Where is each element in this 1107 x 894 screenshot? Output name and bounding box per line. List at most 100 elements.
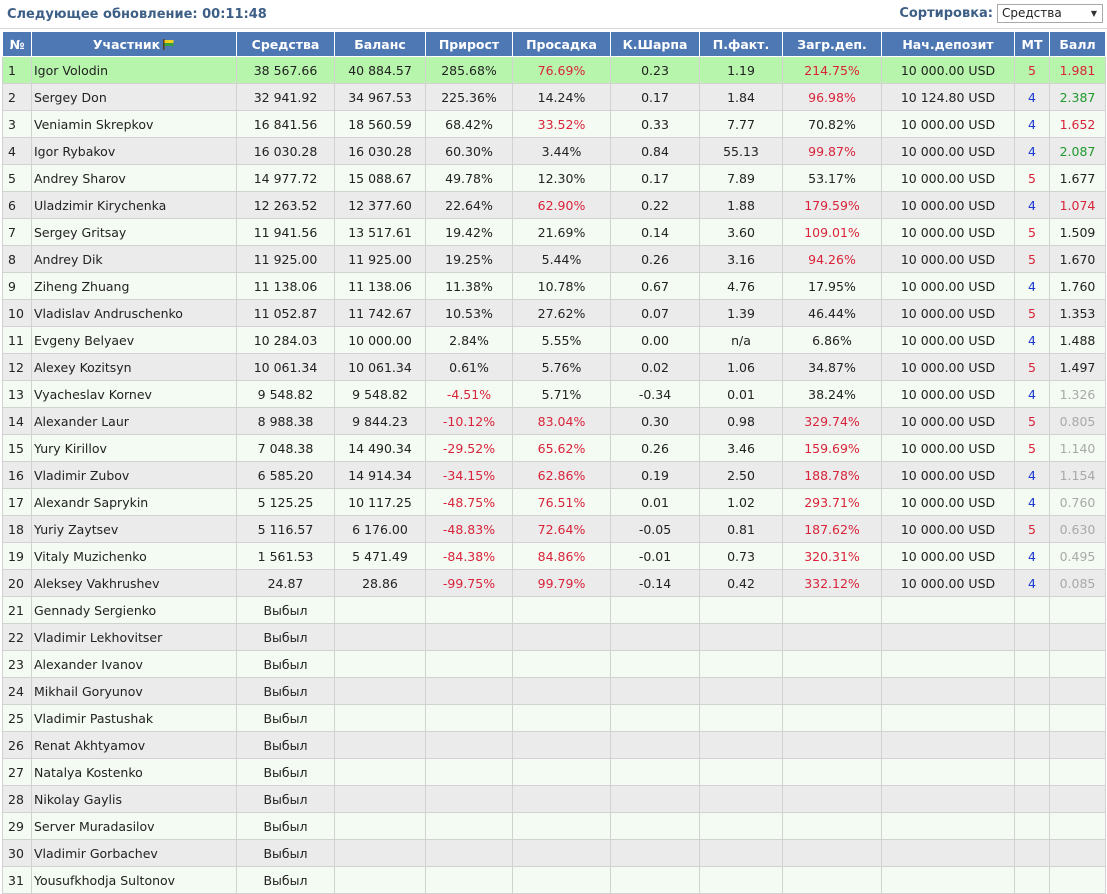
table-row[interactable]: 11 Evgeny Belyaev 10 284.03 10 000.00 2.84% 5… [2, 326, 1106, 354]
cell-funds: 12 263.52 [236, 191, 335, 219]
cell-score: 2.387 [1049, 83, 1106, 111]
cell-sharpe: -0.05 [610, 515, 700, 543]
cell-initial-deposit [881, 812, 1015, 840]
table-row[interactable]: 27 Natalya Kostenko Выбыл [2, 758, 1106, 786]
cell-participant: Server Muradasilov [31, 812, 237, 840]
cell-funds: 5 125.25 [236, 488, 335, 516]
cell-funds: 32 941.92 [236, 83, 335, 111]
table-row[interactable]: 14 Alexander Laur 8 988.38 9 844.23 -10.12% 8… [2, 407, 1106, 435]
cell-balance: 5 471.49 [334, 542, 426, 570]
cell-participant: Alexander Laur [31, 407, 237, 435]
table-row[interactable]: 20 Aleksey Vakhrushev 24.87 28.86 -99.75% 99.… [2, 569, 1106, 597]
table-row[interactable]: 1 Igor Volodin 38 567.66 40 884.57 285.68% 76… [2, 56, 1106, 84]
col-header-initial-deposit[interactable]: Нач.депозит [881, 31, 1015, 57]
table-row[interactable]: 28 Nikolay Gaylis Выбыл [2, 785, 1106, 813]
cell-number: 25 [2, 704, 32, 732]
table-row[interactable]: 26 Renat Akhtyamov Выбыл [2, 731, 1106, 759]
table-row[interactable]: 9 Ziheng Zhuang 11 138.06 11 138.06 11.38% 10… [2, 272, 1106, 300]
col-header-score[interactable]: Балл [1049, 31, 1106, 57]
cell-growth: 11.38% [425, 272, 513, 300]
table-row[interactable]: 13 Vyacheslav Kornev 9 548.82 9 548.82 -4.51… [2, 380, 1106, 408]
col-header-sharpe[interactable]: К.Шарпа [610, 31, 700, 57]
cell-score: 0.760 [1049, 488, 1106, 516]
cell-participant: Nikolay Gaylis [31, 785, 237, 813]
table-row[interactable]: 5 Andrey Sharov 14 977.72 15 088.67 49.78% 12… [2, 164, 1106, 192]
cell-number: 27 [2, 758, 32, 786]
cell-drawdown [512, 704, 611, 732]
cell-profit-factor: 2.50 [699, 461, 783, 489]
table-row[interactable]: 4 Igor Rybakov 16 030.28 16 030.28 60.30% 3.4… [2, 137, 1106, 165]
cell-growth [425, 785, 513, 813]
table-row[interactable]: 21 Gennady Sergienko Выбыл [2, 596, 1106, 624]
col-header-participant[interactable]: Участник [31, 31, 237, 57]
table-row[interactable]: 25 Vladimir Pastushak Выбыл [2, 704, 1106, 732]
cell-mt: 5 [1014, 434, 1050, 462]
col-header-profit-factor[interactable]: П.факт. [699, 31, 783, 57]
sort-select[interactable]: Средства ▼ [997, 4, 1103, 23]
cell-initial-deposit: 10 000.00 USD [881, 434, 1015, 462]
col-header-balance[interactable]: Баланс [334, 31, 426, 57]
cell-growth: -48.75% [425, 488, 513, 516]
cell-drawdown: 12.30% [512, 164, 611, 192]
cell-deposit-load [782, 731, 882, 759]
cell-deposit-load [782, 812, 882, 840]
cell-participant: Vladimir Zubov [31, 461, 237, 489]
table-row[interactable]: 7 Sergey Gritsay 11 941.56 13 517.61 19.42% 2… [2, 218, 1106, 246]
cell-balance: 16 030.28 [334, 137, 426, 165]
cell-initial-deposit [881, 839, 1015, 867]
table-row[interactable]: 29 Server Muradasilov Выбыл [2, 812, 1106, 840]
cell-drawdown: 10.78% [512, 272, 611, 300]
cell-participant: Yuriy Zaytsev [31, 515, 237, 543]
table-row[interactable]: 18 Yuriy Zaytsev 5 116.57 6 176.00 -48.83% 72… [2, 515, 1106, 543]
cell-sharpe: 0.84 [610, 137, 700, 165]
cell-score: 1.981 [1049, 56, 1106, 84]
cell-mt: 4 [1014, 83, 1050, 111]
col-header-deposit-load[interactable]: Загр.деп. [782, 31, 882, 57]
cell-participant: Igor Rybakov [31, 137, 237, 165]
cell-number: 3 [2, 110, 32, 138]
col-header-drawdown[interactable]: Просадка [512, 31, 611, 57]
table-row[interactable]: 10 Vladislav Andruschenko 11 052.87 11 742.… [2, 299, 1106, 327]
cell-drawdown [512, 839, 611, 867]
col-header-growth[interactable]: Прирост [425, 31, 513, 57]
cell-drawdown [512, 866, 611, 894]
table-row[interactable]: 3 Veniamin Skrepkov 16 841.56 18 560.59 68.4… [2, 110, 1106, 138]
table-row[interactable]: 30 Vladimir Gorbachev Выбыл [2, 839, 1106, 867]
cell-balance: 14 490.34 [334, 434, 426, 462]
cell-drawdown [512, 731, 611, 759]
cell-growth: 285.68% [425, 56, 513, 84]
cell-growth [425, 650, 513, 678]
cell-sharpe [610, 596, 700, 624]
col-header-funds[interactable]: Средства [236, 31, 335, 57]
table-row[interactable]: 24 Mikhail Goryunov Выбыл [2, 677, 1106, 705]
cell-score [1049, 704, 1106, 732]
cell-profit-factor: 3.46 [699, 434, 783, 462]
table-row[interactable]: 17 Alexandr Saprykin 5 125.25 10 117.25 -48.… [2, 488, 1106, 516]
cell-deposit-load: 293.71% [782, 488, 882, 516]
table-row[interactable]: 23 Alexander Ivanov Выбыл [2, 650, 1106, 678]
table-row[interactable]: 12 Alexey Kozitsyn 10 061.34 10 061.34 0.61%… [2, 353, 1106, 381]
col-header-mt[interactable]: МТ [1014, 31, 1050, 57]
cell-mt [1014, 677, 1050, 705]
cell-mt: 4 [1014, 110, 1050, 138]
table-row[interactable]: 8 Andrey Dik 11 925.00 11 925.00 19.25% 5.44%… [2, 245, 1106, 273]
cell-initial-deposit: 10 000.00 USD [881, 245, 1015, 273]
cell-balance: 9 844.23 [334, 407, 426, 435]
col-header-number[interactable]: № [2, 31, 32, 57]
table-row[interactable]: 16 Vladimir Zubov 6 585.20 14 914.34 -34.15%… [2, 461, 1106, 489]
table-row[interactable]: 22 Vladimir Lekhovitser Выбыл [2, 623, 1106, 651]
cell-sharpe: -0.14 [610, 569, 700, 597]
cell-initial-deposit: 10 000.00 USD [881, 299, 1015, 327]
cell-participant: Alexander Ivanov [31, 650, 237, 678]
cell-score [1049, 812, 1106, 840]
cell-deposit-load: 159.69% [782, 434, 882, 462]
table-row[interactable]: 6 Uladzimir Kirychenka 12 263.52 12 377.60 2… [2, 191, 1106, 219]
table-row[interactable]: 31 Yousufkhodja Sultonov Выбыл [2, 866, 1106, 894]
cell-mt [1014, 650, 1050, 678]
cell-score: 1.677 [1049, 164, 1106, 192]
table-row[interactable]: 15 Yury Kirillov 7 048.38 14 490.34 -29.52% 6… [2, 434, 1106, 462]
cell-mt: 4 [1014, 272, 1050, 300]
cell-balance [334, 623, 426, 651]
table-row[interactable]: 19 Vitaly Muzichenko 1 561.53 5 471.49 -84.3… [2, 542, 1106, 570]
table-row[interactable]: 2 Sergey Don 32 941.92 34 967.53 225.36% 14.2… [2, 83, 1106, 111]
